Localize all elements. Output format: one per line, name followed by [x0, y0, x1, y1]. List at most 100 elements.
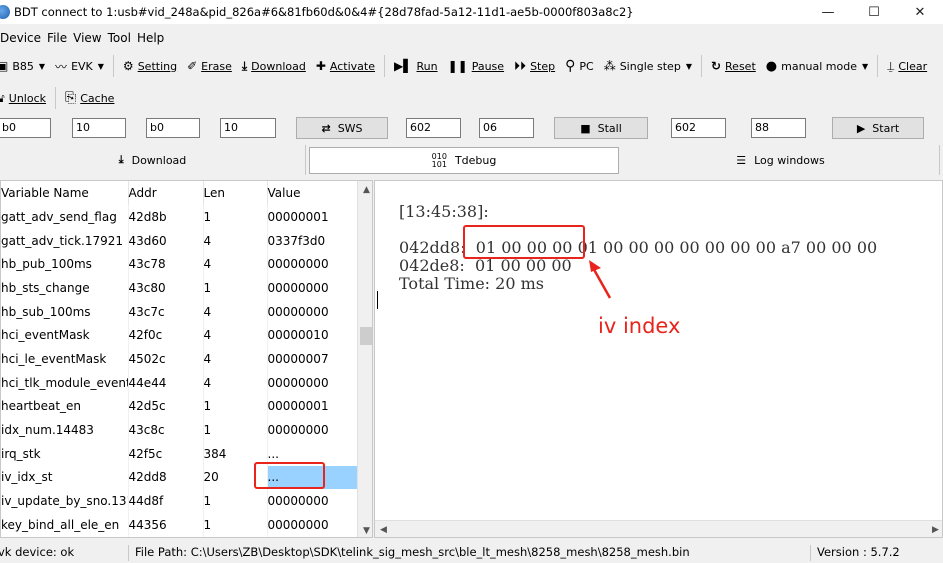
table-row[interactable]: heartbeat_en 42d5c 1 00000001: [1, 394, 358, 419]
window-title: BDT connect to 1:usb#vid_248a&pid_826a#6…: [14, 5, 634, 19]
value-cell: 00000010: [267, 323, 358, 348]
length-cell: 4: [203, 323, 268, 348]
title-bar: BDT connect to 1:usb#vid_248a&pid_826a#6…: [0, 0, 943, 24]
length-cell: 4: [203, 252, 268, 277]
value-cell: 00000001: [267, 394, 358, 419]
value-cell: 00000001: [267, 205, 358, 229]
value-cell: 00000000: [267, 489, 358, 513]
close-button[interactable]: ✕: [897, 0, 943, 24]
download-button[interactable]: ⤓ Download: [237, 54, 311, 78]
address-cell: 43c78: [128, 252, 204, 277]
column-header-len[interactable]: Len: [203, 181, 268, 205]
manual-mode-label: manual mode: [781, 59, 857, 73]
variable-name-cell: hci_le_eventMask: [1, 347, 129, 371]
table-row[interactable]: idx_num.14483 43c8c 1 00000000: [1, 418, 358, 442]
log-line-2-addr: 042de8:: [399, 256, 465, 275]
stall-button[interactable]: ■ Stall: [554, 117, 648, 139]
run-button[interactable]: ▶▌ Run: [389, 54, 443, 78]
table-row[interactable]: hb_sub_100ms 43c7c 4 00000000: [1, 299, 358, 324]
table-row[interactable]: hb_sts_change 43c80 1 00000000: [1, 276, 358, 300]
sws-label: SWS: [337, 121, 363, 135]
column-header-value[interactable]: Value: [267, 181, 358, 205]
chip-label: B85: [12, 59, 34, 73]
table-row[interactable]: hci_tlk_module_event 44e44 4 00000000: [1, 370, 358, 395]
table-row[interactable]: key_bind_all_ele_en 44356 1 00000000: [1, 512, 358, 537]
scroll-down-icon[interactable]: ▼: [358, 522, 372, 537]
cache-icon: ⎘: [65, 90, 77, 106]
toolbar-divider: [700, 55, 702, 77]
scroll-right-icon[interactable]: ▶: [927, 521, 942, 537]
unlock-button[interactable]: 🔓︎ Unlock: [0, 86, 51, 110]
pc-label: PC: [579, 59, 594, 73]
menu-device[interactable]: Device: [0, 31, 45, 45]
tab-tdebug[interactable]: 010 101 Tdebug: [309, 147, 619, 174]
scroll-left-icon[interactable]: ◀: [375, 521, 392, 537]
toolbar-divider: [112, 55, 114, 77]
param-field-7[interactable]: 602: [671, 118, 726, 138]
erase-button[interactable]: ✐ Erase: [182, 54, 237, 78]
param-field-8[interactable]: 88: [751, 118, 806, 138]
column-header-name[interactable]: Variable Name: [1, 181, 129, 205]
menu-view[interactable]: View: [67, 31, 105, 45]
cache-button[interactable]: ⎘ Cache: [60, 86, 119, 110]
param-field-3[interactable]: b0: [146, 118, 200, 138]
param-field-4[interactable]: 10: [220, 118, 276, 138]
length-cell: 4: [203, 347, 268, 371]
scroll-up-icon[interactable]: ▲: [358, 181, 372, 198]
manual-mode-button[interactable]: ● manual mode ▼: [761, 54, 873, 78]
single-step-button[interactable]: ⁂ Single step ▼: [599, 54, 697, 78]
scrollbar-thumb[interactable]: [360, 327, 372, 345]
table-row[interactable]: hci_le_eventMask 4502c 4 00000007: [1, 347, 358, 371]
address-cell: 42dd8: [128, 465, 204, 490]
maximize-button[interactable]: ☐: [851, 0, 897, 24]
column-header-addr[interactable]: Addr: [128, 181, 204, 205]
binary-icon: 010 101: [431, 151, 447, 169]
clear-button[interactable]: ⍊ Clear: [882, 54, 932, 78]
table-row[interactable]: hb_pub_100ms 43c78 4 00000000: [1, 252, 358, 277]
param-field-6[interactable]: 06: [479, 118, 534, 138]
pause-button[interactable]: ❚❚ Pause: [443, 54, 509, 78]
step-button[interactable]: ⏵⏵ Step: [509, 54, 560, 78]
value-cell: 00000000: [267, 512, 358, 537]
menu-help[interactable]: Help: [131, 31, 168, 45]
play-icon: ▶: [856, 121, 866, 135]
tab-bar: ⤓ Download 010 101 Tdebug ☰ Log windows: [0, 145, 943, 175]
activate-button[interactable]: ✚ Activate: [311, 54, 380, 78]
pc-button[interactable]: ⚲ PC: [560, 54, 599, 78]
table-row[interactable]: iv_update_by_sno.131 44d8f 1 00000000: [1, 489, 358, 513]
variable-name-cell: heartbeat_en: [1, 394, 129, 419]
log-line-1-rest: 01 00 00 00 00 00 00 00 a7 00 00 00: [577, 238, 878, 257]
value-cell: 00000000: [267, 276, 358, 300]
param-field-2[interactable]: 10: [72, 118, 126, 138]
chevron-down-icon: ▼: [685, 61, 692, 71]
activate-label: Activate: [329, 59, 376, 73]
length-cell: 4: [203, 228, 268, 253]
menu-tool[interactable]: Tool: [102, 31, 135, 45]
address-cell: 4502c: [128, 347, 204, 371]
parameter-row: b0 10 b0 10 ⇄ SWS 602 06 ■ Stall 602 88 …: [0, 116, 943, 142]
table-row[interactable]: hci_eventMask 42f0c 4 00000010: [1, 323, 358, 348]
param-field-5[interactable]: 602: [406, 118, 461, 138]
setting-button[interactable]: ⚙ Setting: [118, 54, 182, 78]
debug-log-panel[interactable]: [13:45:38]: 042dd8: 01 00 00 00 01 00 00…: [374, 180, 943, 538]
reset-button[interactable]: ↻ Reset: [706, 54, 761, 78]
vertical-scrollbar[interactable]: ▲ ▼: [357, 181, 372, 537]
run-label: Run: [416, 59, 438, 73]
horizontal-scrollbar[interactable]: ◀ ▶: [375, 520, 942, 537]
sws-button[interactable]: ⇄ SWS: [296, 117, 388, 139]
variable-name-cell: hci_eventMask: [1, 323, 129, 348]
toolbar-divider: [384, 55, 386, 77]
chip-select[interactable]: ▣ B85 ▼: [0, 54, 50, 78]
address-cell: 43c7c: [128, 299, 204, 324]
table-row[interactable]: gatt_adv_send_flag 42d8b 1 00000001: [1, 205, 358, 229]
param-field-1[interactable]: b0: [0, 118, 51, 138]
minimize-button[interactable]: —: [805, 0, 851, 24]
table-row[interactable]: gatt_adv_tick.17921 43d60 4 0337f3d0: [1, 228, 358, 253]
start-button[interactable]: ▶ Start: [832, 117, 924, 139]
tab-download[interactable]: ⤓ Download: [0, 145, 306, 175]
board-select[interactable]: 〰 EVK ▼: [50, 54, 109, 78]
start-label: Start: [872, 121, 900, 135]
tab-log-windows[interactable]: ☰ Log windows: [622, 145, 940, 175]
download-icon: ⤓: [118, 153, 124, 166]
main-toolbar: ▣ B85 ▼ 〰 EVK ▼ ⚙ Setting ✐ Erase ⤓ Down…: [0, 52, 932, 80]
